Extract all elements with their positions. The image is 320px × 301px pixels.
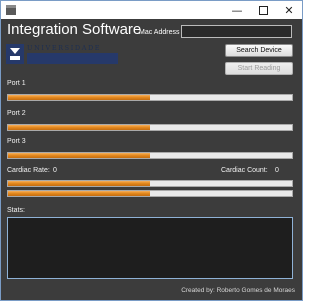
title-bar[interactable]: — ✕ <box>1 1 302 19</box>
app-icon <box>6 5 16 15</box>
university-logo-icon <box>6 44 24 64</box>
progress-fill <box>8 153 150 158</box>
cardiac-count-label: Cardiac Count: <box>221 167 268 174</box>
port-1-progress <box>7 94 293 101</box>
search-device-button[interactable]: Search Device <box>225 44 293 57</box>
cardiac-count-value: 0 <box>275 167 279 174</box>
footer-credit: Created by: Roberto Gomes de Moraes <box>181 287 295 294</box>
close-icon[interactable]: ✕ <box>276 1 302 19</box>
progress-fill <box>8 125 150 130</box>
port-3-progress <box>7 152 293 159</box>
university-logo: UNIVERSIDADE <box>6 43 118 65</box>
port-1-label: Port 1 <box>7 80 26 87</box>
port-3-label: Port 3 <box>7 138 26 145</box>
mac-address-label: Mac Address <box>139 29 180 36</box>
port-2-label: Port 2 <box>7 110 26 117</box>
cardiac-count-progress <box>7 190 293 197</box>
main-panel: Integration Software Mac Address UNIVERS… <box>1 19 302 300</box>
minimize-icon[interactable]: — <box>224 1 250 19</box>
cardiac-rate-progress <box>7 180 293 187</box>
logo-band <box>27 53 118 64</box>
progress-fill <box>8 181 150 186</box>
maximize-icon[interactable] <box>250 1 276 19</box>
start-reading-button[interactable]: Start Reading <box>225 62 293 75</box>
app-window: — ✕ Integration Software Mac Address UNI… <box>0 0 303 301</box>
port-2-progress <box>7 124 293 131</box>
cardiac-rate-label: Cardiac Rate: <box>7 167 50 174</box>
stats-textarea[interactable] <box>7 217 293 279</box>
progress-fill <box>8 191 150 196</box>
progress-fill <box>8 95 150 100</box>
logo-text: UNIVERSIDADE <box>27 44 102 52</box>
app-title: Integration Software <box>7 21 142 38</box>
mac-address-input[interactable] <box>181 25 292 38</box>
stats-label: Stats: <box>7 207 25 214</box>
cardiac-rate-value: 0 <box>53 167 57 174</box>
